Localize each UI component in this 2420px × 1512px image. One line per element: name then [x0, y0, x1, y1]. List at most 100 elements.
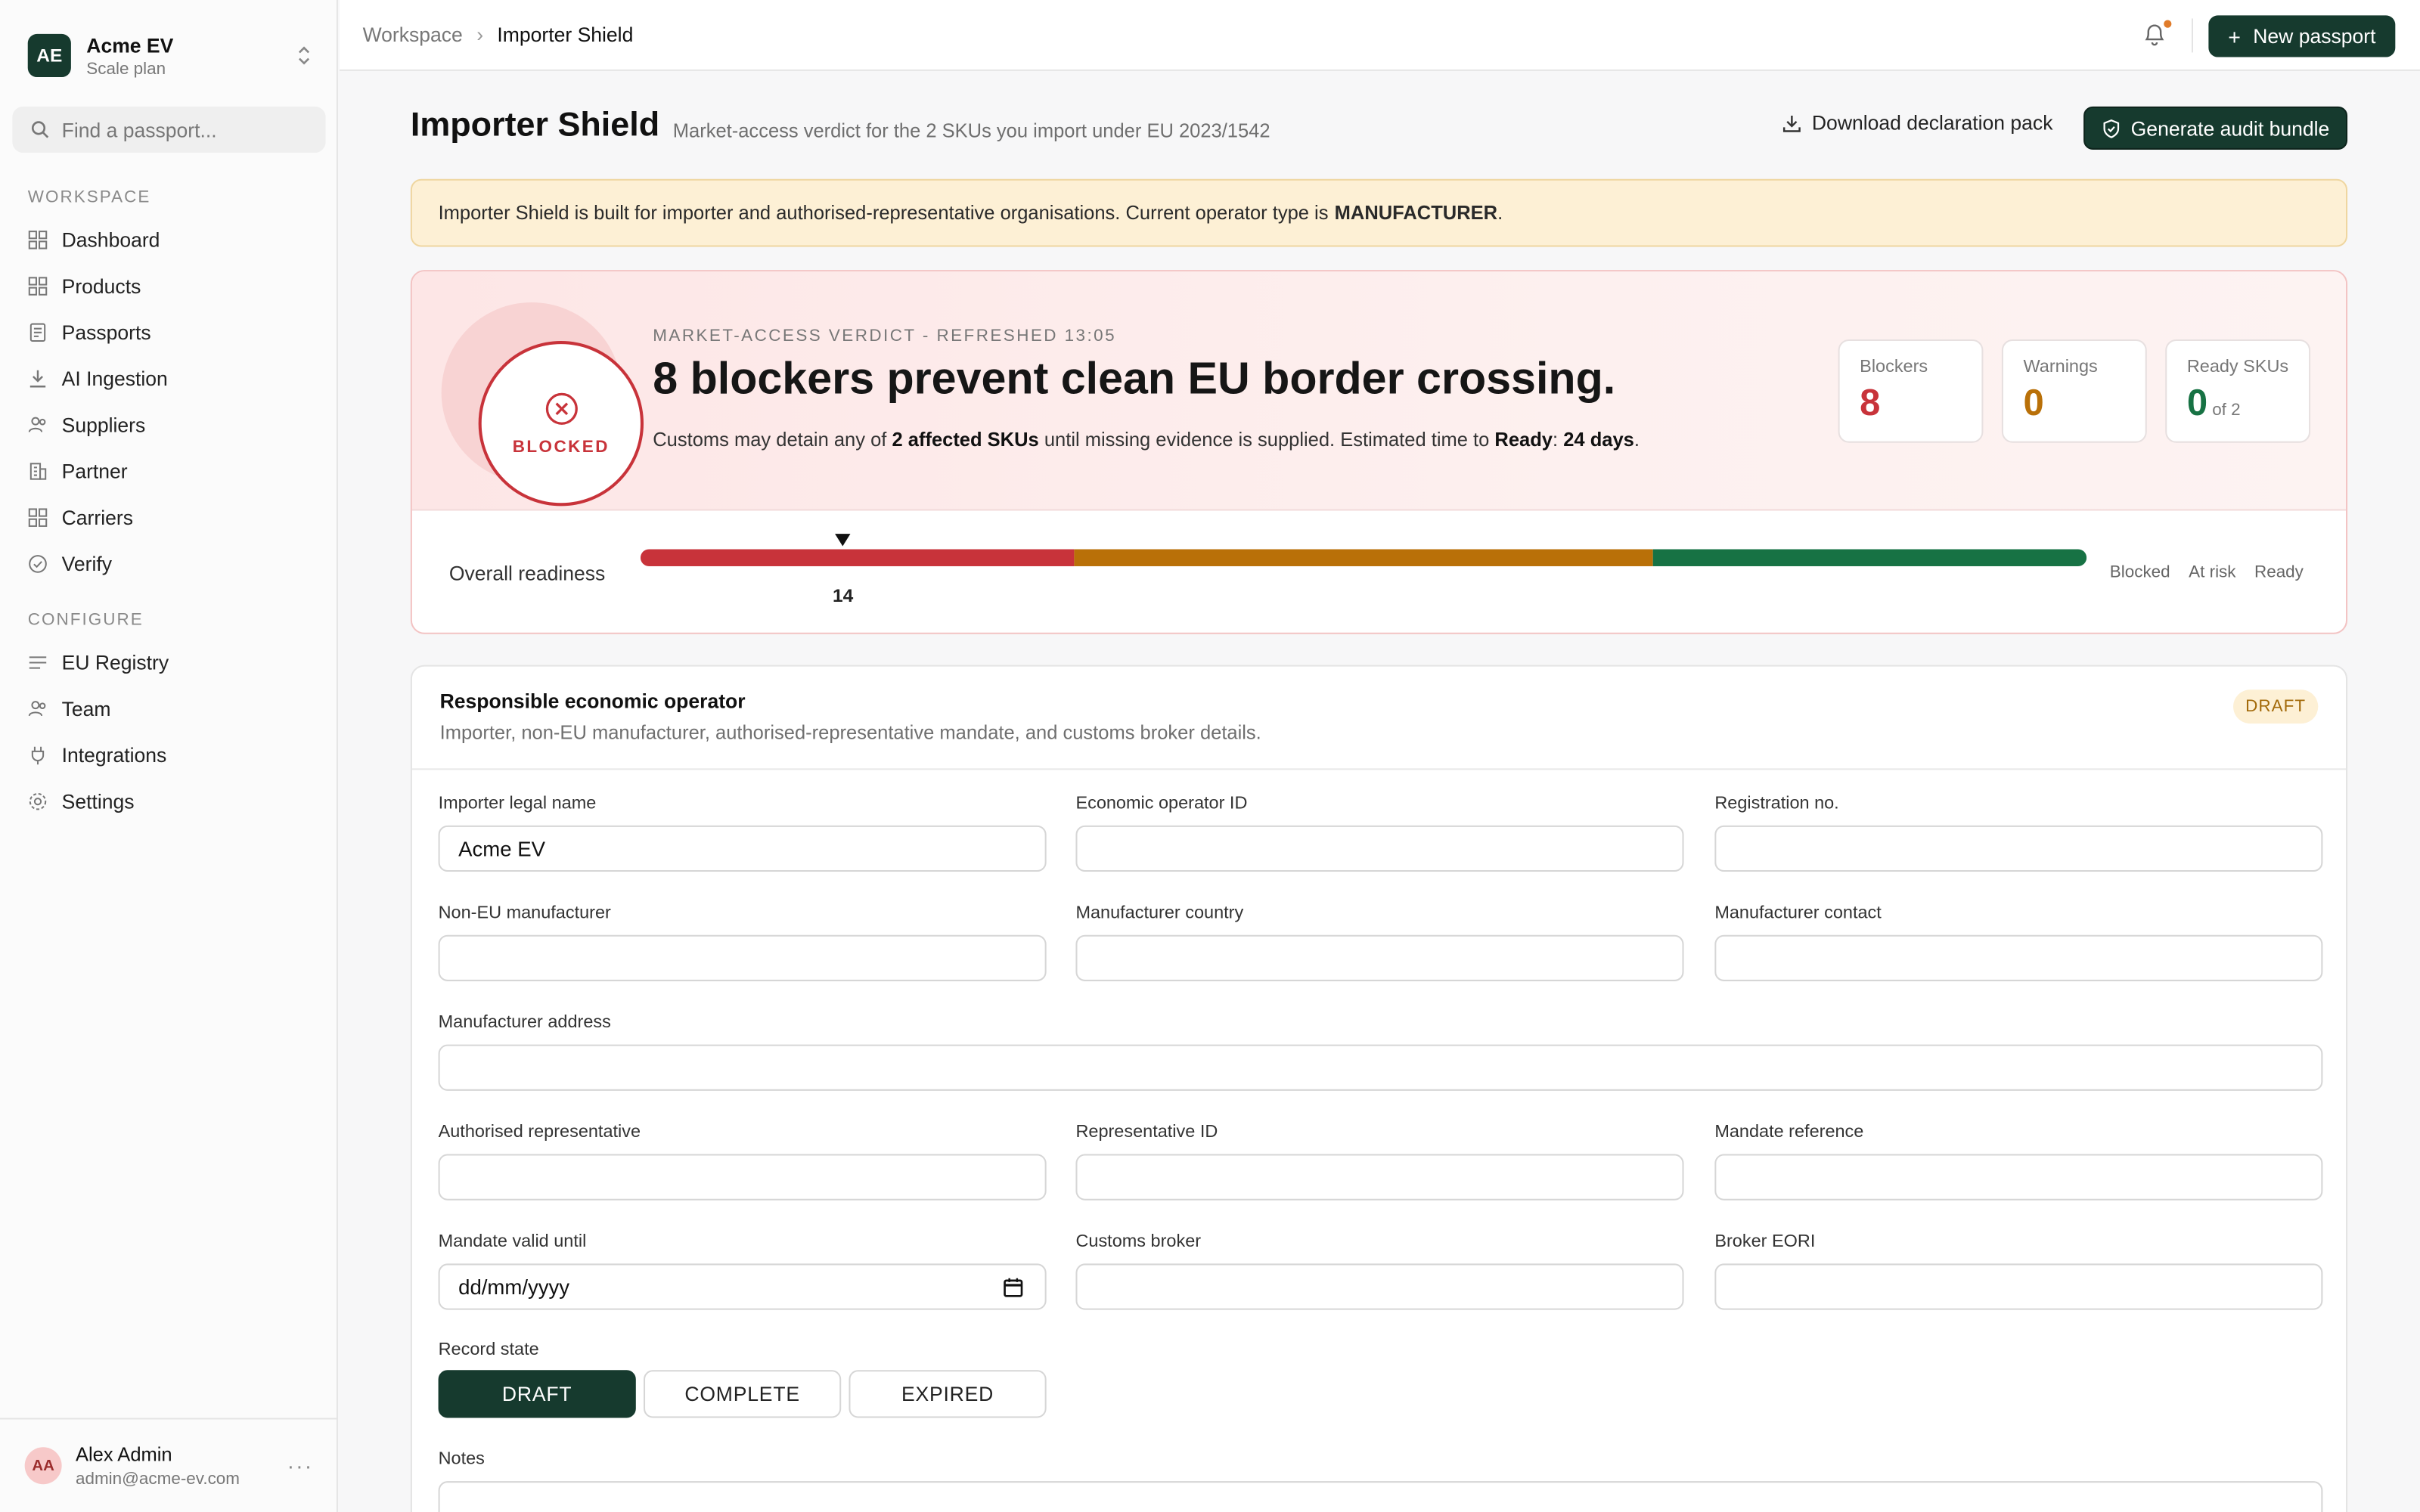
- field-label: Economic operator ID: [1075, 795, 1248, 813]
- sidebar-item-integrations[interactable]: Integrations: [15, 731, 324, 777]
- readiness-value: 14: [832, 584, 854, 607]
- readiness-bar: [640, 549, 2087, 566]
- divider: [2191, 18, 2193, 53]
- sidebar-item-label: Integrations: [61, 742, 167, 767]
- date-placeholder: dd/mm/yyyy: [458, 1275, 570, 1299]
- check-circle-icon: [29, 554, 47, 572]
- user-profile[interactable]: AA Alex Admin admin@acme-ev.com ···: [0, 1418, 338, 1511]
- authorised-rep-field: Authorised representative: [438, 1123, 1047, 1201]
- importer-name-input[interactable]: [438, 825, 1047, 872]
- sidebar-item-verify[interactable]: Verify: [15, 540, 324, 586]
- sidebar-item-settings[interactable]: Settings: [15, 778, 324, 824]
- record-state-expired[interactable]: EXPIRED: [849, 1370, 1047, 1418]
- sidebar-item-products[interactable]: Products: [15, 262, 324, 308]
- workspace-plan: Scale plan: [86, 59, 166, 79]
- desc-part: Customs may detain any of: [653, 429, 887, 451]
- users-icon: [28, 700, 46, 716]
- eo-id-input[interactable]: [1075, 825, 1684, 872]
- sidebar-item-team[interactable]: Team: [15, 685, 324, 731]
- field-label: Notes: [438, 1450, 485, 1469]
- grid-icon: [28, 507, 48, 526]
- workspace-name: Acme EV: [86, 33, 174, 57]
- manufacturer-contact-field: Manufacturer contact: [1714, 903, 2323, 981]
- download-declaration-button[interactable]: Download declaration pack: [1782, 111, 2052, 135]
- verdict-headline: 8 blockers prevent clean EU border cross…: [653, 355, 1616, 404]
- status-ring: BLOCKED: [441, 302, 644, 507]
- notes-input[interactable]: [438, 1481, 2323, 1512]
- broker-eori-input[interactable]: [1714, 1263, 2323, 1310]
- section-title: Responsible economic operator: [439, 689, 746, 713]
- page-title: Importer Shield: [410, 104, 660, 144]
- verdict-meta: MARKET-ACCESS VERDICT - REFRESHED 13:05: [653, 327, 1117, 346]
- sidebar-item-label: Products: [61, 274, 141, 297]
- sidebar-item-label: Carriers: [61, 505, 133, 528]
- field-label: Importer legal name: [438, 795, 597, 813]
- stat-warnings: Warnings 0: [2001, 339, 2147, 443]
- field-label: Mandate valid until: [438, 1232, 587, 1252]
- non-eu-manufacturer-field: Non-EU manufacturer: [438, 903, 1047, 981]
- configure-section-label: CONFIGURE: [27, 611, 144, 630]
- field-label: Manufacturer country: [1075, 903, 1244, 923]
- importer-name-field: Importer legal name: [438, 795, 1047, 872]
- bell-icon[interactable]: [2144, 22, 2166, 47]
- desc-part: :: [1553, 429, 1559, 451]
- status-badge: DRAFT: [2233, 689, 2319, 724]
- ready-word: Ready: [1494, 429, 1553, 451]
- sidebar-item-label: Team: [61, 696, 111, 720]
- workspace-switcher[interactable]: AE Acme EV Scale plan: [27, 31, 312, 80]
- segment-at-risk: [1074, 549, 1653, 566]
- sidebar-item-suppliers[interactable]: Suppliers: [15, 401, 324, 448]
- economic-operator-card: Responsible economic operator Importer, …: [410, 665, 2348, 1512]
- alert-text: Importer Shield is built for importer an…: [438, 202, 1329, 224]
- record-state-field: Record state: [439, 1340, 1047, 1371]
- sidebar-item-partner[interactable]: Partner: [15, 448, 324, 494]
- mandate-valid-field: Mandate valid until dd/mm/yyyy: [438, 1232, 1047, 1310]
- gear-icon: [29, 792, 47, 810]
- stat-label: Warnings: [2023, 358, 2098, 376]
- manufacturer-country-input[interactable]: [1075, 934, 1684, 981]
- representative-id-input[interactable]: [1075, 1154, 1684, 1201]
- record-state-complete[interactable]: COMPLETE: [644, 1370, 842, 1418]
- download-declaration-label: Download declaration pack: [1811, 110, 2053, 135]
- field-label: Non-EU manufacturer: [438, 903, 611, 923]
- sidebar-item-label: AI Ingestion: [61, 366, 168, 390]
- sidebar-item-carriers[interactable]: Carriers: [15, 494, 324, 540]
- record-state-draft[interactable]: DRAFT: [438, 1370, 636, 1418]
- registration-input[interactable]: [1714, 825, 2323, 872]
- sidebar-item-eu-registry[interactable]: EU Registry: [15, 639, 324, 685]
- stat-value: 0: [2023, 383, 2145, 426]
- mandate-date-input[interactable]: dd/mm/yyyy: [438, 1263, 1047, 1310]
- breadcrumb-workspace[interactable]: Workspace: [363, 23, 463, 47]
- legend-blocked: Blocked: [2109, 562, 2170, 582]
- sidebar-item-passports[interactable]: Passports: [15, 308, 324, 355]
- authorised-rep-input[interactable]: [438, 1154, 1047, 1201]
- alert-operator-type: MANUFACTURER: [1334, 202, 1498, 224]
- readiness-legend: Blocked At risk Ready: [2110, 563, 2304, 581]
- manufacturer-address-input[interactable]: [438, 1044, 2323, 1091]
- verdict-summary: BLOCKED MARKET-ACCESS VERDICT - REFRESHE…: [411, 271, 2347, 511]
- stat-number: 0: [2186, 383, 2208, 425]
- shield-check-icon: [2102, 118, 2119, 138]
- sidebar-item-ai-ingestion[interactable]: AI Ingestion: [15, 355, 324, 401]
- calendar-icon[interactable]: [1004, 1278, 1024, 1298]
- representative-id-field: Representative ID: [1075, 1123, 1684, 1201]
- field-label: Representative ID: [1075, 1123, 1218, 1142]
- customs-broker-input[interactable]: [1075, 1263, 1684, 1310]
- new-passport-button[interactable]: + New passport: [2208, 15, 2396, 57]
- manufacturer-contact-input[interactable]: [1714, 934, 2323, 981]
- generate-audit-button[interactable]: Generate audit bundle: [2083, 106, 2348, 150]
- search-box[interactable]: [12, 106, 326, 153]
- list-icon: [29, 655, 47, 668]
- verdict-card: BLOCKED MARKET-ACCESS VERDICT - REFRESHE…: [410, 270, 2348, 634]
- non-eu-manufacturer-input[interactable]: [438, 934, 1047, 981]
- sidebar-item-label: Passports: [61, 320, 151, 344]
- mandate-reference-input[interactable]: [1714, 1154, 2323, 1201]
- search-icon: [31, 121, 49, 138]
- section-subtitle: Importer, non-EU manufacturer, authorise…: [439, 722, 1261, 744]
- field-label: Manufacturer contact: [1714, 903, 1882, 923]
- stat-label: Ready SKUs: [2186, 358, 2289, 376]
- broker-eori-field: Broker EORI: [1714, 1233, 2323, 1310]
- sidebar-item-dashboard[interactable]: Dashboard: [15, 216, 324, 262]
- more-icon[interactable]: ···: [287, 1453, 314, 1478]
- search-input[interactable]: [61, 118, 293, 141]
